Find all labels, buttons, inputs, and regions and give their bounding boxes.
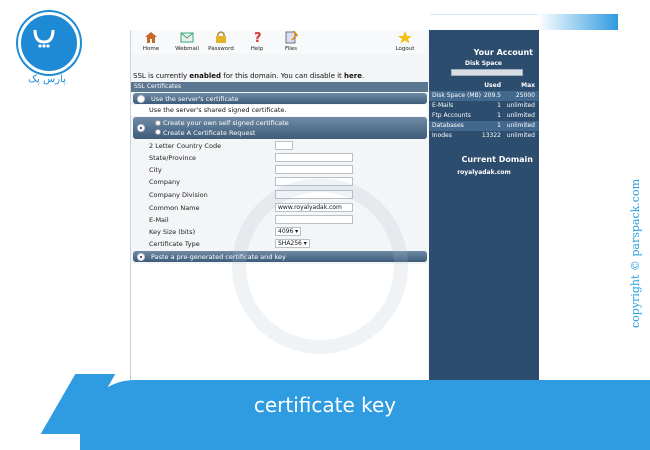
files-icon: [285, 30, 299, 44]
city-label: City: [149, 166, 162, 174]
option-server-certificate-label: Use the server's certificate: [151, 95, 239, 103]
division-label: Company Division: [149, 191, 208, 199]
company-label: Company: [149, 178, 180, 186]
svg-text:?: ?: [254, 31, 262, 44]
usage-table-header: Used Max: [429, 81, 539, 91]
row-name: E-Mails: [432, 102, 454, 109]
table-row: Inodes 13322 unlimited: [429, 131, 539, 141]
toolbar-webmail[interactable]: Webmail: [169, 30, 205, 52]
city-input[interactable]: [275, 165, 353, 174]
parspack-logo: پارس پک: [16, 12, 80, 85]
option-server-certificate[interactable]: Use the server's certificate: [133, 93, 427, 104]
account-sidebar: Your Account Disk Space Used Max Disk Sp…: [429, 30, 539, 382]
server-certificate-info: Use the server's shared signed certifica…: [131, 105, 427, 116]
decorative-line: [430, 14, 545, 15]
country-code-input[interactable]: [275, 141, 293, 150]
radio-paste-certificate[interactable]: [137, 252, 145, 261]
common-name-label: Common Name: [149, 204, 200, 212]
toolbar: Home Webmail Password ? Help Files Logou…: [131, 30, 427, 54]
option-request-label: Create A Certificate Request: [163, 129, 256, 137]
watermark-logo: [232, 178, 408, 354]
row-used: 1: [497, 112, 501, 119]
webmail-icon: [180, 32, 194, 43]
country-code-label: 2 Letter Country Code: [149, 142, 222, 150]
form-row-state: State/Province: [131, 152, 427, 164]
row-name: Databases: [432, 122, 464, 129]
current-domain-link[interactable]: royalyadak.com: [429, 169, 539, 176]
disable-ssl-link[interactable]: here: [344, 72, 362, 80]
toolbar-home[interactable]: Home: [133, 30, 169, 52]
toolbar-logout[interactable]: Logout: [387, 30, 423, 52]
row-max: unlimited: [506, 132, 535, 139]
cert-type-label: Certificate Type: [149, 240, 200, 248]
disk-space-label: Disk Space: [465, 60, 502, 67]
toolbar-home-label: Home: [142, 46, 160, 52]
email-label: E-Mail: [149, 216, 169, 224]
toolbar-files-label: Files: [284, 46, 298, 52]
option-self-signed-label: Create your own self signed certificate: [163, 119, 289, 127]
form-row-country: 2 Letter Country Code: [131, 140, 427, 152]
toolbar-logout-label: Logout: [395, 46, 415, 52]
row-max: 25000: [515, 92, 535, 99]
your-account-title: Your Account: [473, 48, 533, 57]
ssl-status-prefix: SSL is currently: [133, 72, 190, 80]
decorative-gradient-bar: [538, 14, 618, 30]
state-input[interactable]: [275, 153, 353, 162]
ssl-certificates-header: SSL Certificates: [131, 82, 428, 92]
row-max: unlimited: [506, 102, 535, 109]
help-icon: ?: [254, 31, 262, 44]
option-self-signed-group: Create your own self signed certificate …: [133, 117, 427, 139]
toolbar-password-label: Password: [208, 46, 234, 52]
copyright-text: copyright © parspack.com: [629, 179, 642, 328]
table-row: Ftp Accounts 1 unlimited: [429, 111, 539, 121]
key-size-label: Key Size (bits): [149, 228, 196, 236]
row-used: 1: [497, 122, 501, 129]
col-used: Used: [484, 82, 501, 89]
toolbar-help-label: Help: [250, 46, 264, 52]
current-domain-title: Current Domain: [461, 155, 534, 164]
radio-certificate-request[interactable]: [155, 129, 161, 135]
row-used: 209.5: [483, 92, 501, 99]
home-icon: [145, 32, 157, 43]
row-name: Disk Space (MB): [432, 92, 481, 99]
table-row: Disk Space (MB) 209.5 25000: [429, 91, 539, 101]
row-name: Inodes: [432, 132, 452, 139]
toolbar-files[interactable]: Files: [273, 30, 309, 52]
form-row-company: Company: [131, 176, 427, 188]
ssl-status-end: .: [361, 72, 365, 80]
ssl-status-middle: for this domain. You can disable it: [221, 72, 345, 80]
radio-create-self-signed[interactable]: [155, 120, 161, 126]
form-row-city: City: [131, 164, 427, 176]
table-row: Databases 1 unlimited: [429, 121, 539, 131]
col-max: Max: [521, 82, 535, 89]
logo-text: پارس پک: [28, 74, 66, 85]
lock-icon: [216, 31, 226, 43]
ssl-status-text: SSL is currently enabled for this domain…: [133, 72, 364, 80]
radio-self-signed[interactable]: [137, 124, 145, 132]
row-max: unlimited: [506, 112, 535, 119]
ssl-status-state: enabled: [189, 72, 222, 80]
toolbar-help[interactable]: ? Help: [239, 30, 275, 52]
table-row: E-Mails 1 unlimited: [429, 101, 539, 111]
row-used: 1: [497, 102, 501, 109]
state-label: State/Province: [149, 154, 197, 162]
radio-server-certificate[interactable]: [137, 94, 145, 103]
logo-glyph-icon: [33, 29, 55, 48]
toolbar-password[interactable]: Password: [203, 30, 239, 52]
disk-space-bar: [451, 69, 523, 76]
usage-table: Used Max Disk Space (MB) 209.5 25000 E-M…: [429, 81, 539, 141]
row-name: Ftp Accounts: [432, 112, 471, 119]
toolbar-webmail-label: Webmail: [175, 46, 199, 52]
row-max: unlimited: [506, 122, 535, 129]
caption-text: certificate key: [253, 393, 397, 417]
logout-star-icon: [398, 31, 412, 44]
row-used: 13322: [481, 132, 501, 139]
